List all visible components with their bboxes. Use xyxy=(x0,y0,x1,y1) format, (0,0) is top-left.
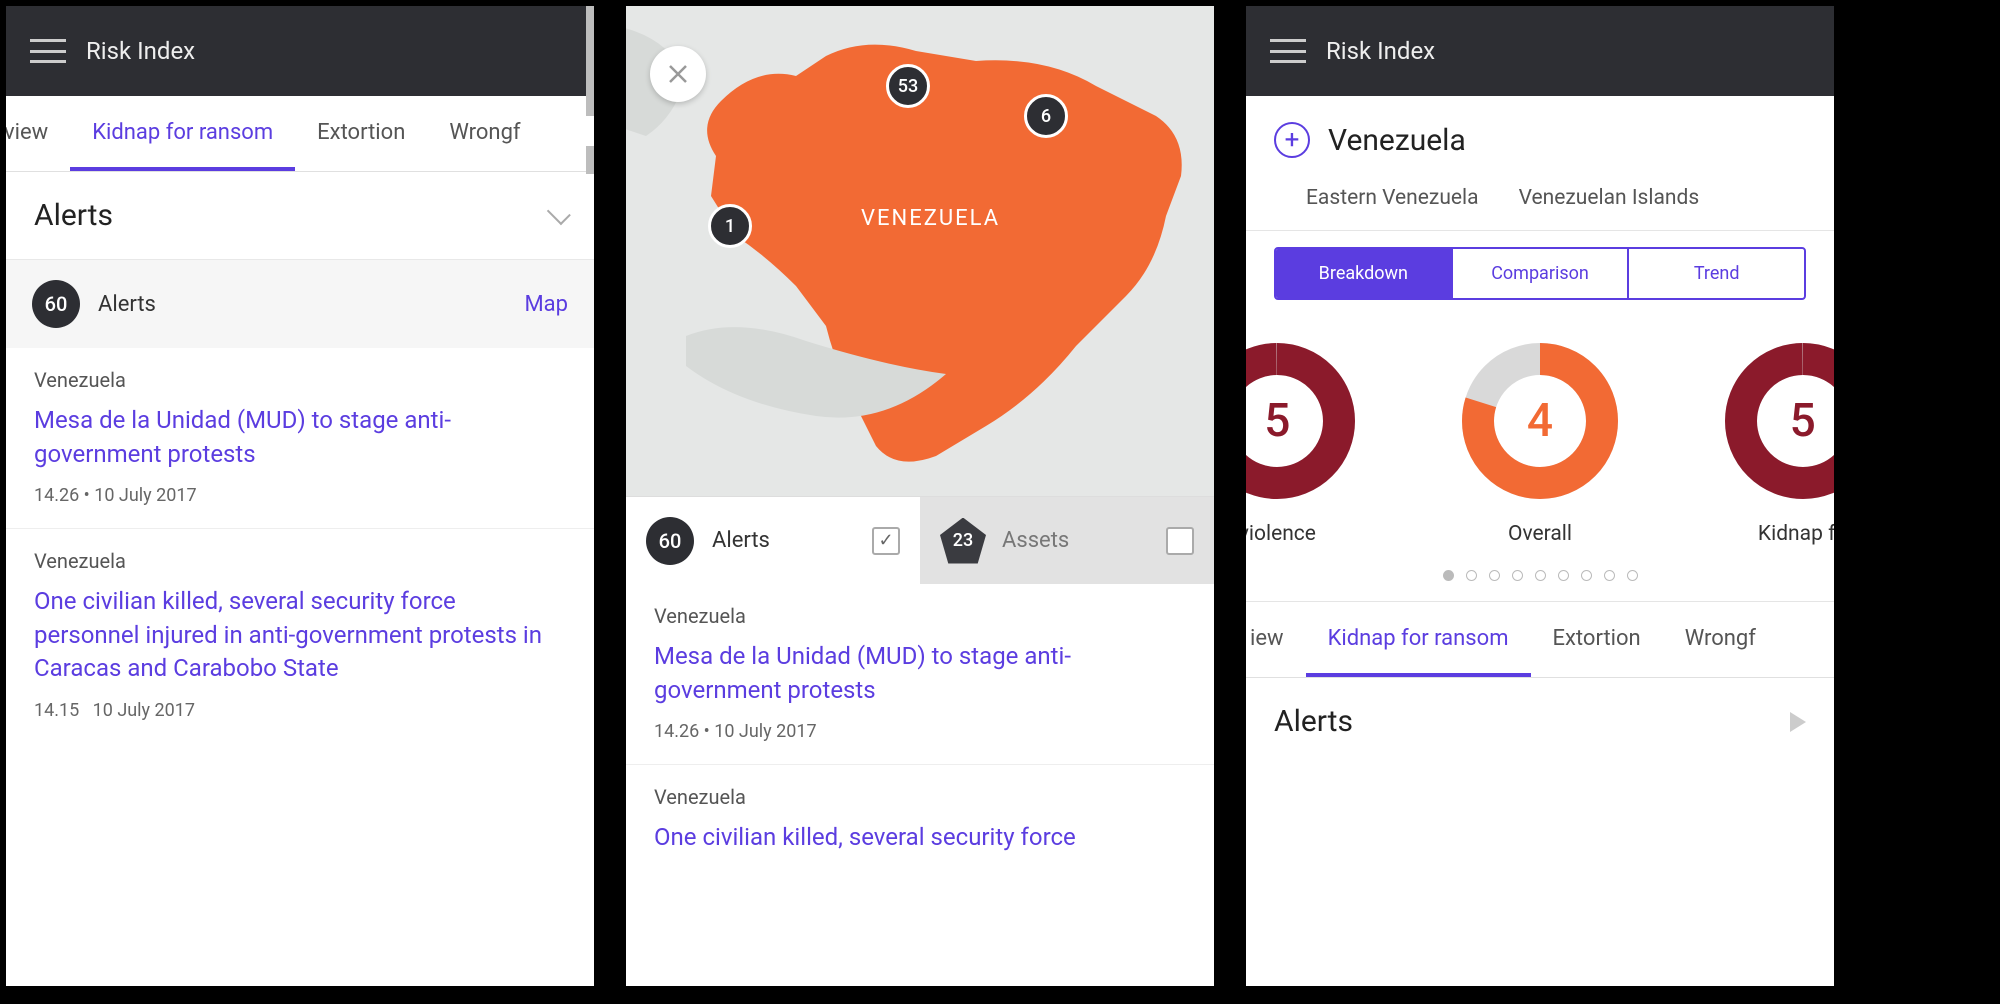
alert-title: One civilian killed, several security fo… xyxy=(34,585,566,686)
alerts-summary-bar: 60 Alerts Map xyxy=(6,259,594,348)
donut-value: 5 xyxy=(1790,394,1816,448)
scroll-indicator xyxy=(586,146,600,174)
tab-overview[interactable]: iew xyxy=(1240,604,1306,677)
page-dot[interactable] xyxy=(1558,570,1569,581)
screen-risk-breakdown: Risk Index + Venezuela Eastern Venezuela… xyxy=(1240,0,1840,992)
alert-meta: 14.26 10 July 2017 xyxy=(654,721,1186,742)
page-dot[interactable] xyxy=(1512,570,1523,581)
page-dot[interactable] xyxy=(1443,570,1454,581)
alert-country: Venezuela xyxy=(34,368,566,392)
alerts-title: Alerts xyxy=(1274,704,1353,739)
alert-title: One civilian killed, several security fo… xyxy=(654,821,1186,855)
alert-date: 10 July 2017 xyxy=(714,721,816,742)
seg-trend[interactable]: Trend xyxy=(1629,249,1804,298)
tab-overview[interactable]: view xyxy=(0,98,70,171)
map-link[interactable]: Map xyxy=(524,292,568,317)
assets-toggle[interactable]: 23 Assets xyxy=(920,497,1214,584)
map-toggle-row: 60 Alerts ✓ 23 Assets xyxy=(626,496,1214,584)
page-dot[interactable] xyxy=(1466,570,1477,581)
tab-kidnap-for-ransom[interactable]: Kidnap for ransom xyxy=(1306,604,1531,677)
alerts-section-header: Alerts xyxy=(6,172,594,259)
app-header: Risk Index xyxy=(1246,6,1834,96)
close-icon xyxy=(668,64,688,84)
page-dot[interactable] xyxy=(1604,570,1615,581)
alert-country: Venezuela xyxy=(34,549,566,573)
alert-meta: 14.15 10 July 2017 xyxy=(34,700,566,721)
category-tabs: iew Kidnap for ransom Extortion Wrongf xyxy=(1240,602,1834,678)
seg-breakdown[interactable]: Breakdown xyxy=(1276,249,1453,298)
seg-comparison[interactable]: Comparison xyxy=(1453,249,1630,298)
header-title: Risk Index xyxy=(1326,37,1435,65)
tab-extortion[interactable]: Extortion xyxy=(295,98,427,171)
risk-donut: 5 Kidnap fo xyxy=(1718,336,1834,546)
map-cluster-marker[interactable]: 1 xyxy=(708,204,752,248)
assets-count-badge: 23 xyxy=(940,518,986,564)
tab-wrongful[interactable]: Wrongf xyxy=(1663,604,1778,677)
category-tabs: view Kidnap for ransom Extortion Wrongf xyxy=(0,96,594,172)
risk-donut: 4 Overall xyxy=(1455,336,1625,546)
risk-donut: 5 violence xyxy=(1246,336,1362,546)
alerts-toggle-label: Alerts xyxy=(712,528,872,553)
alerts-count-badge: 60 xyxy=(32,280,80,328)
donut-label: Overall xyxy=(1455,522,1625,546)
alerts-section-header: Alerts xyxy=(1246,678,1834,765)
risk-donut-carousel[interactable]: 5 violence 4 Overall 5 Kidnap xyxy=(1246,326,1834,554)
alert-country: Venezuela xyxy=(654,604,1186,628)
country-header: + Venezuela xyxy=(1246,96,1834,174)
alert-time: 14.26 xyxy=(654,721,699,742)
scroll-indicator xyxy=(586,6,600,116)
alert-time: 14.15 xyxy=(34,700,79,721)
tab-kidnap-for-ransom[interactable]: Kidnap for ransom xyxy=(70,98,295,171)
play-icon[interactable] xyxy=(1790,712,1806,732)
alert-time: 14.26 xyxy=(34,485,79,506)
alert-date: 10 July 2017 xyxy=(94,485,196,506)
chevron-down-icon[interactable] xyxy=(547,201,571,225)
menu-icon[interactable] xyxy=(1270,39,1306,63)
page-dot[interactable] xyxy=(1581,570,1592,581)
alert-country: Venezuela xyxy=(654,785,1186,809)
region-tabs: Eastern Venezuela Venezuelan Islands xyxy=(1246,174,1834,230)
donut-label: violence xyxy=(1246,522,1362,546)
map-cluster-marker[interactable]: 6 xyxy=(1024,94,1068,138)
menu-icon[interactable] xyxy=(30,39,66,63)
alerts-title: Alerts xyxy=(34,198,113,233)
alerts-count-badge: 60 xyxy=(646,517,694,565)
page-dot[interactable] xyxy=(1489,570,1500,581)
view-segmented-control: Breakdown Comparison Trend xyxy=(1274,247,1806,300)
alert-list-item[interactable]: Venezuela Mesa de la Unidad (MUD) to sta… xyxy=(626,584,1214,765)
alert-list-item[interactable]: Venezuela Mesa de la Unidad (MUD) to sta… xyxy=(6,348,594,529)
donut-label: Kidnap fo xyxy=(1718,522,1834,546)
page-dot[interactable] xyxy=(1627,570,1638,581)
checkbox[interactable]: ✓ xyxy=(872,527,900,555)
alert-list-item[interactable]: Venezuela One civilian killed, several s… xyxy=(626,765,1214,891)
add-icon[interactable]: + xyxy=(1274,122,1310,158)
tab-extortion[interactable]: Extortion xyxy=(1531,604,1663,677)
alert-title: Mesa de la Unidad (MUD) to stage anti-go… xyxy=(34,404,566,471)
checkbox[interactable] xyxy=(1166,527,1194,555)
map-cluster-marker[interactable]: 53 xyxy=(886,64,930,108)
screen-alerts-list: Risk Index view Kidnap for ransom Extort… xyxy=(0,0,600,992)
alert-meta: 14.26 10 July 2017 xyxy=(34,485,566,506)
page-dot[interactable] xyxy=(1535,570,1546,581)
region-tab[interactable]: Venezuelan Islands xyxy=(1519,186,1700,210)
region-tab[interactable]: Eastern Venezuela xyxy=(1306,186,1479,210)
carousel-pagination[interactable] xyxy=(1246,554,1834,601)
map-country-label: VENEZUELA xyxy=(861,206,1000,231)
close-button[interactable] xyxy=(650,46,706,102)
alerts-toggle[interactable]: 60 Alerts ✓ xyxy=(626,497,920,584)
alert-date: 10 July 2017 xyxy=(93,700,195,721)
checkmark-icon: ✓ xyxy=(878,530,893,551)
country-map[interactable]: VENEZUELA 53 6 1 xyxy=(626,6,1214,496)
country-title: Venezuela xyxy=(1328,123,1466,158)
assets-toggle-label: Assets xyxy=(1002,528,1166,553)
app-header: Risk Index xyxy=(6,6,594,96)
screen-map: VENEZUELA 53 6 1 60 Alerts ✓ 23 Assets V… xyxy=(620,0,1220,992)
alert-list-item[interactable]: Venezuela One civilian killed, several s… xyxy=(6,529,594,743)
donut-value: 4 xyxy=(1527,394,1553,448)
donut-value: 5 xyxy=(1264,394,1290,448)
alert-title: Mesa de la Unidad (MUD) to stage anti-go… xyxy=(654,640,1186,707)
tab-wrongful[interactable]: Wrongf xyxy=(427,98,542,171)
header-title: Risk Index xyxy=(86,37,195,65)
alerts-count-label: Alerts xyxy=(98,292,524,317)
